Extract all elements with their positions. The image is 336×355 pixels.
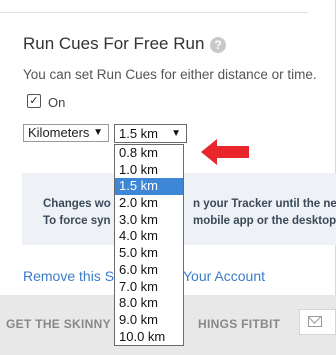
- info-line-2a: To force syn: [43, 215, 111, 227]
- remove-link-part-2[interactable]: Your Account: [183, 268, 265, 284]
- dropdown-option[interactable]: 1.5 km: [115, 178, 183, 196]
- distance-select[interactable]: 1.5 km ▼: [114, 124, 187, 143]
- dropdown-option[interactable]: 10.0 km: [115, 329, 183, 346]
- dropdown-option[interactable]: 9.0 km: [115, 312, 183, 329]
- top-divider: [0, 0, 308, 13]
- section-title: Run Cues For Free Run: [23, 34, 205, 53]
- distance-dropdown-list[interactable]: 0.8 km 1.0 km 1.5 km 2.0 km 3.0 km 4.0 km 5.0 …: [114, 144, 184, 347]
- info-line-1b: n your Tracker until the nex: [193, 198, 336, 210]
- dropdown-option[interactable]: 2.0 km: [115, 195, 183, 212]
- dropdown-option[interactable]: 8.0 km: [115, 295, 183, 312]
- red-arrow-icon: [201, 139, 249, 165]
- info-line-1a: Changes wo: [43, 198, 111, 210]
- unit-select-value: Kilometers: [28, 125, 90, 140]
- remove-link-part-1[interactable]: Remove this S: [23, 268, 114, 284]
- dropdown-option[interactable]: 5.0 km: [115, 245, 183, 262]
- dropdown-option[interactable]: 6.0 km: [115, 262, 183, 279]
- dropdown-option[interactable]: 0.8 km: [115, 145, 183, 162]
- unit-select[interactable]: Kilometers ▼: [23, 124, 109, 142]
- distance-select-value: 1.5 km: [119, 126, 159, 141]
- email-input[interactable]: [299, 309, 336, 335]
- chevron-down-icon: ▼: [93, 127, 103, 138]
- dropdown-option[interactable]: 3.0 km: [115, 212, 183, 229]
- checkbox-label: On: [48, 95, 66, 110]
- footer-text-a: GET THE SKINNY: [6, 317, 111, 331]
- info-line-2b: mobile app or the desktop c: [193, 215, 336, 227]
- dropdown-option[interactable]: 1.0 km: [115, 162, 183, 179]
- run-cues-checkbox[interactable]: ✓: [27, 94, 41, 108]
- email-icon: [308, 316, 322, 327]
- dropdown-option[interactable]: 4.0 km: [115, 228, 183, 245]
- footer-text-b: HINGS FITBIT: [198, 317, 281, 331]
- chevron-down-icon: ▼: [171, 128, 181, 139]
- dropdown-option[interactable]: 7.0 km: [115, 279, 183, 296]
- help-icon[interactable]: ?: [210, 37, 226, 53]
- section-description: You can set Run Cues for either distance…: [23, 67, 317, 82]
